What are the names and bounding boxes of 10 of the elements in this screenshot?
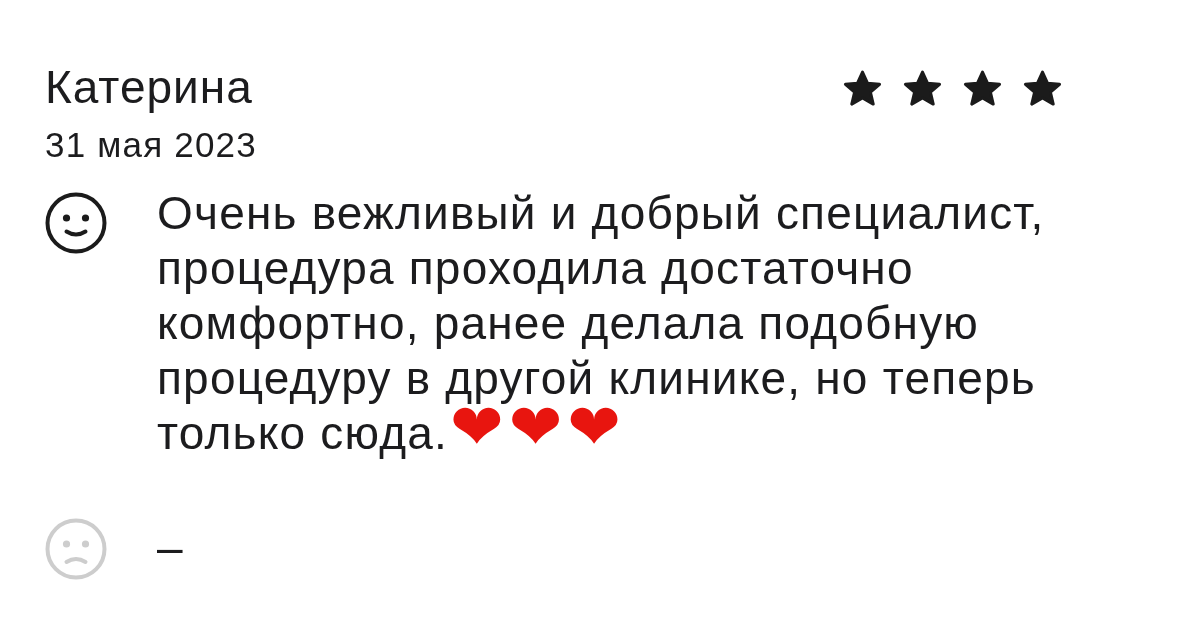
star-icon [842, 70, 883, 108]
review-text: Очень вежливый и добрый специалист, процедура проходила достаточно комфортно, ранее делала подобную процедуру в другой клинике, но теперь только сюда.❤❤❤ [157, 186, 1046, 461]
reviewer-name: Катерина [45, 61, 254, 113]
star-icon [1022, 70, 1063, 108]
star-icon [902, 70, 943, 108]
sad-face-icon [45, 518, 107, 580]
review-date: 31 мая 2023 [45, 124, 257, 166]
star-icon [962, 70, 1003, 108]
smiley-icon [45, 192, 107, 254]
review-text: – [157, 520, 185, 575]
